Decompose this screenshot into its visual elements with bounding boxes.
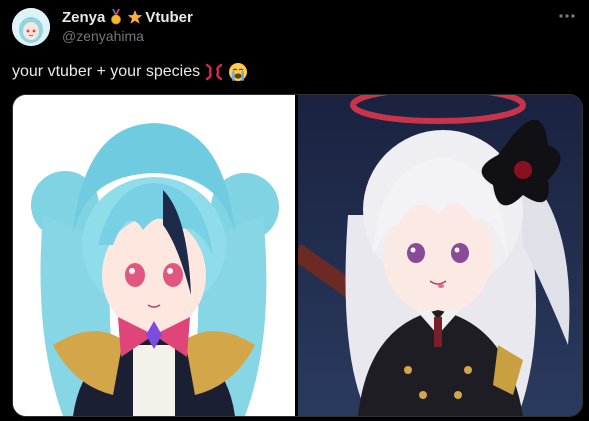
star-icon [127,9,143,25]
loudly-crying-face-icon [228,62,248,82]
author-name-row[interactable]: Zenya Vtuber [62,8,193,26]
media-image-right[interactable] [298,95,582,416]
author-display-name[interactable]: Zenya [62,9,105,26]
tweet-text-content: your vtuber + your species [12,63,201,80]
white-haired-character-illustration [298,95,582,416]
anger-symbol-icon [204,62,224,82]
tweet-text: your vtuber + your species [12,62,248,82]
author-badge-text: Vtuber [145,8,193,26]
author-handle[interactable]: @zenyahima [62,28,144,44]
medal-icon [109,9,123,25]
more-icon[interactable] [557,8,577,24]
avatar-image [12,8,50,46]
avatar[interactable] [12,8,50,46]
media-grid [12,94,583,417]
blue-haired-vtuber-illustration [13,95,295,416]
media-image-left[interactable] [13,95,295,416]
